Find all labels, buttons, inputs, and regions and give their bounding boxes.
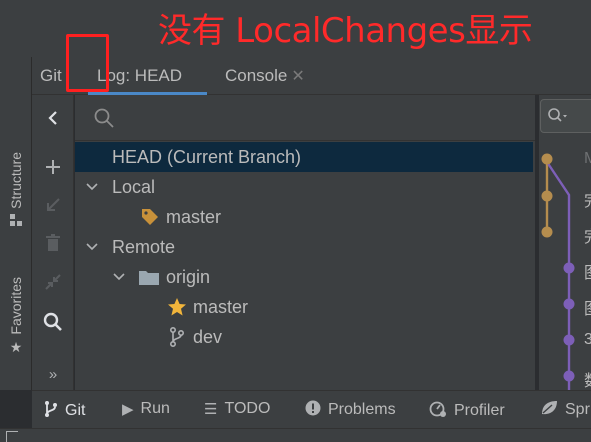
bottom-tab-git-label: Git [65, 402, 86, 419]
double-chevron-icon: » [48, 365, 58, 383]
commit-graph: M 完 完 图 图 3 数 [539, 95, 591, 390]
annotation-highlight-box [66, 34, 109, 92]
tab-console[interactable]: Console ✕ [225, 66, 305, 86]
commit-dot [563, 334, 575, 346]
bottom-tab-todo-label: TODO [224, 400, 271, 417]
folder-icon [138, 266, 160, 288]
commit-message[interactable]: 3 [584, 331, 591, 349]
bottom-tab-profiler-label: Profiler [454, 402, 505, 419]
toggle-tool-windows-icon[interactable] [6, 431, 18, 442]
plus-icon [46, 160, 60, 174]
annotation-text: 没有 LocalChanges显示 [158, 11, 533, 51]
leaf-icon [540, 400, 558, 420]
bottom-tab-spring[interactable]: Spr [540, 400, 590, 420]
commit-message[interactable]: 完 [584, 187, 591, 211]
commit-message[interactable]: 图 [584, 295, 591, 319]
tree-row-local[interactable]: Local [75, 172, 533, 202]
chevron-down-icon[interactable] [111, 270, 127, 285]
bottom-tab-spring-label: Spr [565, 401, 590, 418]
magnifier-icon [43, 312, 62, 331]
list-icon: ☰ [204, 401, 218, 418]
chevron-left-icon [48, 111, 57, 125]
tree-row-local-master[interactable]: master [75, 202, 533, 232]
branches-toolbar: » [32, 95, 74, 390]
chevron-down-icon[interactable] [84, 240, 100, 255]
origin-label: origin [166, 266, 211, 287]
structure-side-tab-label: Structure [8, 152, 24, 209]
remote-label: Remote [112, 236, 176, 257]
status-bar [0, 428, 591, 442]
commit-message[interactable]: 完 [584, 223, 591, 247]
tool-window-tabbar: Git Log: HEAD Console ✕ [32, 57, 591, 95]
tree-row-head[interactable]: HEAD (Current Branch) [75, 142, 533, 172]
bottom-tab-run-label: Run [140, 400, 170, 417]
local-master-label: master [166, 206, 222, 227]
profiler-icon [429, 400, 447, 422]
branch-icon [44, 400, 58, 422]
update-button[interactable] [40, 192, 66, 218]
tree-row-origin-master[interactable]: master [75, 292, 533, 322]
commit-dot [563, 370, 575, 382]
compare-arrows-icon [45, 274, 61, 290]
commit-message[interactable]: 数 [584, 367, 591, 391]
more-actions-button[interactable]: » [40, 361, 66, 387]
favorites-side-tab-label: Favorites [8, 277, 24, 335]
commit-dot [541, 190, 553, 202]
bottom-tab-profiler[interactable]: Profiler [429, 400, 505, 422]
tree-row-remote[interactable]: Remote [75, 232, 533, 262]
bottom-tab-run[interactable]: ▶ Run [122, 400, 170, 418]
bottom-tab-problems[interactable]: Problems [305, 400, 396, 420]
arrow-down-left-icon [47, 198, 60, 211]
branches-panel: HEAD (Current Branch) Local master Remot… [75, 95, 535, 390]
delete-branch-button[interactable] [40, 230, 66, 256]
left-tool-strip: Structure Favorites ★ [0, 57, 32, 390]
bottom-tab-problems-label: Problems [328, 401, 396, 418]
star-icon: ★ [9, 338, 23, 355]
bottom-tab-todo[interactable]: ☰ TODO [204, 400, 270, 418]
commit-dot [541, 226, 553, 238]
origin-master-label: master [193, 296, 249, 317]
commit-message[interactable]: 图 [584, 259, 591, 283]
search-icon [94, 108, 114, 128]
trash-icon [46, 234, 60, 251]
commit-dot [563, 298, 575, 310]
bottom-tool-bar: Git ▶ Run ☰ TODO Problems Profiler Spr [32, 390, 591, 428]
origin-dev-label: dev [193, 326, 223, 347]
compare-button[interactable] [40, 269, 66, 295]
tab-console-label: Console [225, 66, 288, 85]
commit-dot [563, 262, 575, 274]
tab-git[interactable]: Git [40, 66, 62, 86]
tag-icon [139, 206, 161, 228]
tree-row-origin[interactable]: origin [75, 262, 533, 292]
branch-icon [166, 326, 188, 348]
bottom-tab-git[interactable]: Git [44, 400, 85, 422]
structure-side-tab[interactable]: Structure [4, 152, 28, 230]
branch-search[interactable] [75, 95, 535, 141]
new-branch-button[interactable] [40, 154, 66, 180]
close-icon[interactable]: ✕ [291, 68, 304, 85]
commit-dot [541, 153, 553, 165]
alert-icon [305, 400, 321, 420]
tab-log-head[interactable]: Log: HEAD [97, 66, 182, 86]
local-label: Local [112, 176, 156, 197]
collapse-panel-button[interactable] [40, 105, 66, 131]
commit-message[interactable]: M [584, 150, 591, 168]
favorites-side-tab[interactable]: Favorites ★ [4, 277, 28, 356]
favorite-star-icon [166, 296, 188, 318]
chevron-down-icon[interactable] [84, 180, 100, 195]
head-label: HEAD (Current Branch) [112, 146, 302, 167]
structure-icon [9, 213, 23, 230]
tree-row-origin-dev[interactable]: dev [75, 322, 533, 352]
search-button[interactable] [40, 309, 66, 335]
play-icon: ▶ [122, 401, 134, 418]
